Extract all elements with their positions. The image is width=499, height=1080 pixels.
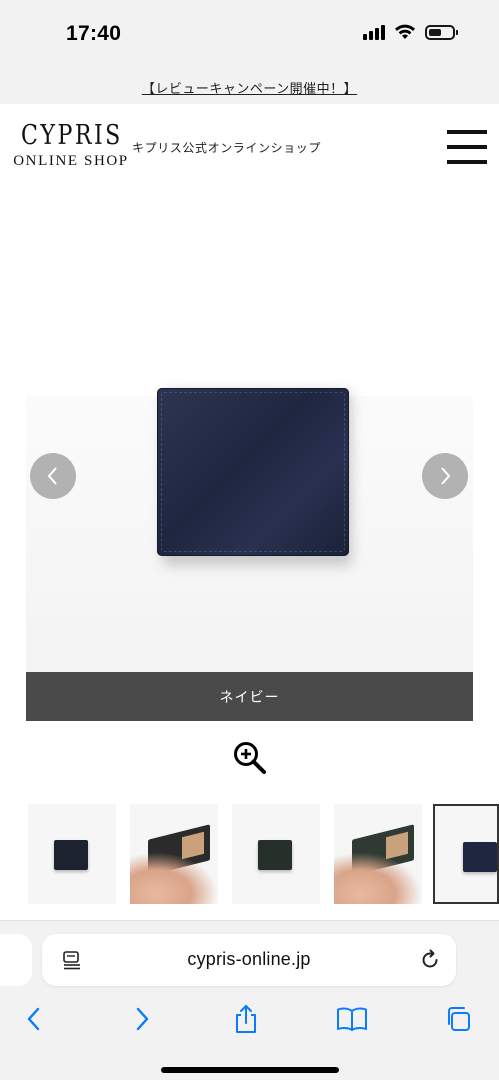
chevron-right-icon — [441, 467, 451, 485]
logo-wordmark: CYPRIS — [20, 120, 123, 151]
browser-bottom-bar: cypris-online.jp — [0, 920, 499, 1080]
previous-tab-preview[interactable] — [0, 934, 32, 986]
forward-button[interactable] — [120, 999, 164, 1039]
bookmarks-icon — [337, 1007, 367, 1031]
hamburger-menu-icon[interactable] — [447, 130, 487, 164]
logo-subtitle: ONLINE SHOP — [13, 153, 129, 169]
cellular-signal-icon — [363, 24, 385, 40]
back-button[interactable] — [12, 999, 56, 1039]
slider-next-button[interactable] — [422, 453, 468, 499]
reload-icon[interactable] — [418, 948, 442, 972]
address-bar[interactable]: cypris-online.jp — [42, 934, 456, 986]
thumbnail-strip — [0, 801, 499, 907]
thumbnail-black-wallet-front[interactable] — [28, 804, 116, 904]
product-page: 17:40 【レビューキャンペーン開催中！】 CYPRIS ONLINE SHO… — [0, 0, 499, 1080]
bookmarks-button[interactable] — [330, 999, 374, 1039]
thumbnail-green-wallet-front[interactable] — [232, 804, 320, 904]
url-text: cypris-online.jp — [187, 949, 311, 969]
site-logo[interactable]: CYPRIS ONLINE SHOP — [10, 120, 132, 170]
thumbnail-navy-wallet-front[interactable] — [433, 804, 499, 904]
browser-toolbar — [0, 999, 499, 1039]
status-time: 17:40 — [66, 22, 122, 45]
tabs-button[interactable] — [436, 999, 480, 1039]
product-image-navy-wallet — [157, 388, 349, 556]
chevron-left-icon — [47, 467, 57, 485]
product-image-slider[interactable] — [26, 186, 473, 672]
shop-tagline: キプリス公式オンラインショップ — [132, 141, 322, 155]
battery-icon — [425, 24, 458, 40]
back-icon — [27, 1007, 40, 1031]
thumbnail-green-wallet-open[interactable] — [334, 804, 422, 904]
forward-icon — [136, 1007, 149, 1031]
status-icons — [363, 24, 458, 40]
wifi-icon — [395, 24, 415, 39]
slider-prev-button[interactable] — [30, 453, 76, 499]
status-bar: 17:40 — [0, 0, 499, 70]
color-caption-bar: ネイビー — [26, 672, 473, 721]
home-indicator — [161, 1067, 339, 1073]
share-icon — [236, 1005, 256, 1033]
share-button[interactable] — [224, 999, 268, 1039]
site-header: CYPRIS ONLINE SHOP キプリス公式オンラインショップ — [0, 104, 499, 186]
color-caption-text: ネイビー — [219, 688, 280, 705]
tabs-icon — [448, 1007, 470, 1031]
campaign-banner: 【レビューキャンペーン開催中！】 — [0, 70, 499, 104]
zoom-in-icon[interactable] — [232, 740, 268, 776]
campaign-link[interactable]: 【レビューキャンペーン開催中！】 — [142, 78, 357, 97]
thumbnail-black-wallet-open[interactable] — [130, 804, 218, 904]
